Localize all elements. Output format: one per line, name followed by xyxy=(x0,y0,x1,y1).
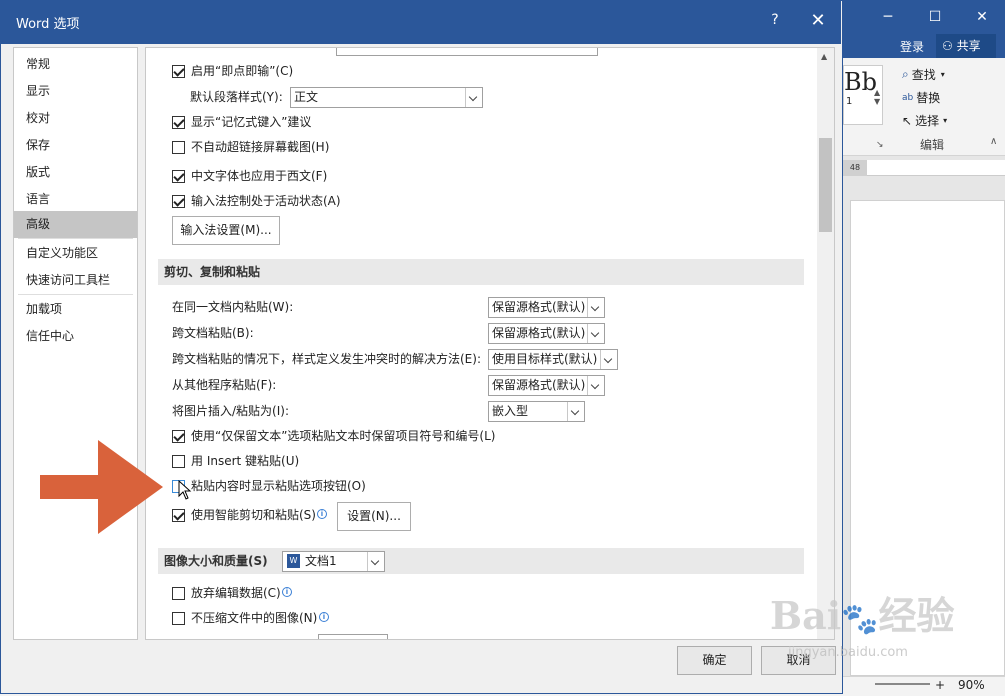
ime-control-checkbox[interactable] xyxy=(172,195,185,208)
insert-picture-label: 将图片插入/粘贴为(I): xyxy=(172,404,289,418)
sidebar-item-addins[interactable]: 加载项 xyxy=(14,296,137,323)
content-scrollbar[interactable] xyxy=(817,48,834,639)
sidebar-item-general[interactable]: 常规 xyxy=(14,51,137,78)
paste-cross-doc-label: 跨文档粘贴(B): xyxy=(172,326,254,340)
sidebar-divider xyxy=(18,238,133,239)
clipped-dropdown[interactable] xyxy=(336,48,598,56)
dialog-title: Word 选项 xyxy=(16,17,80,32)
section-image-quality: 图像大小和质量(S) xyxy=(158,548,804,574)
chevron-down-icon: ▾ xyxy=(940,70,945,79)
share-button[interactable]: ⚇ 共享 xyxy=(936,34,996,58)
options-sidebar: 常规 显示 校对 保存 版式 语言 高级 自定义功能区 快速访问工具栏 加载项 … xyxy=(13,47,138,640)
no-compress-checkbox[interactable] xyxy=(172,612,185,625)
image-quality-document-select[interactable]: W 文档1 xyxy=(282,551,385,572)
paste-other-app-label: 从其他程序粘贴(F): xyxy=(172,378,277,392)
login-link[interactable]: 登录 xyxy=(900,38,924,55)
paste-other-app-select[interactable]: 保留源格式(默认) xyxy=(488,375,605,396)
paste-same-doc-select[interactable]: 保留源格式(默认) xyxy=(488,297,605,318)
collapse-ribbon-icon[interactable]: ∧ xyxy=(990,136,997,147)
zoom-in-icon[interactable]: + xyxy=(935,678,945,692)
paste-conflict-label: 跨文档粘贴的情况下，样式定义发生冲突时的解决方法(E): xyxy=(172,352,481,366)
default-para-style-label: 默认段落样式(Y): xyxy=(190,90,283,104)
chevron-down-icon xyxy=(567,402,584,421)
sidebar-divider xyxy=(18,294,133,295)
chevron-down-icon xyxy=(587,376,604,395)
dialog-close-button[interactable]: ✕ xyxy=(805,10,831,36)
chevron-down-icon xyxy=(465,88,482,107)
scrollbar-thumb[interactable] xyxy=(819,138,832,232)
sidebar-item-save[interactable]: 保存 xyxy=(14,132,137,159)
section-cut-copy-paste: 剪切、复制和粘贴 xyxy=(158,259,804,285)
click-and-type-checkbox[interactable] xyxy=(172,65,185,78)
ruler xyxy=(843,160,1005,176)
paste-cross-doc-select[interactable]: 保留源格式(默认) xyxy=(488,323,605,344)
chevron-down-icon xyxy=(587,298,604,317)
maximize-button[interactable]: ☐ xyxy=(912,0,958,34)
default-para-style-select[interactable]: 正文 xyxy=(290,87,483,108)
no-hyperlink-screenshot-checkbox[interactable] xyxy=(172,141,185,154)
sidebar-item-trust-center[interactable]: 信任中心 xyxy=(14,323,137,350)
share-label: 共享 xyxy=(956,39,981,53)
paste-conflict-select[interactable]: 使用目标样式(默认) xyxy=(488,349,618,370)
search-icon: ⌕ xyxy=(902,67,909,81)
chevron-down-icon xyxy=(600,350,617,369)
gallery-scroll-icon[interactable]: ▲ ▼ xyxy=(874,88,880,106)
chinese-font-western-checkbox[interactable] xyxy=(172,170,185,183)
insert-key-paste-checkbox[interactable] xyxy=(172,455,185,468)
select-button[interactable]: ↖ 选择 ▾ xyxy=(902,112,947,129)
autocomplete-checkbox[interactable] xyxy=(172,116,185,129)
zoom-slider[interactable] xyxy=(875,683,930,685)
arrow-shape xyxy=(40,440,163,534)
dialog-titlebar: Word 选项 xyxy=(0,0,841,44)
chevron-down-icon xyxy=(587,324,604,343)
ok-button[interactable]: 确定 xyxy=(677,646,752,675)
replace-button[interactable]: ab 替换 xyxy=(902,89,940,106)
mouse-cursor-icon xyxy=(178,480,192,500)
sidebar-item-language[interactable]: 语言 xyxy=(14,186,137,213)
options-content-panel: 启用“即点即输”(C) 默认段落样式(Y): 正文 显示“记忆式键入”建议 不自… xyxy=(145,47,835,640)
chevron-down-icon xyxy=(367,552,384,571)
info-icon[interactable]: i xyxy=(282,587,292,597)
baidu-watermark-url: jingyan.baidu.com xyxy=(788,645,908,660)
close-window-button[interactable]: ✕ xyxy=(959,0,1005,34)
zoom-level[interactable]: 90% xyxy=(958,678,985,692)
find-button[interactable]: ⌕ 查找 ▾ xyxy=(902,66,945,83)
help-button[interactable]: ? xyxy=(765,12,785,32)
replace-icon: ab xyxy=(902,92,914,103)
editing-group-label: 编辑 xyxy=(920,138,945,152)
ribbon-display-button[interactable] xyxy=(843,0,865,34)
dialog-launcher-icon[interactable]: ↘ xyxy=(876,140,884,150)
smart-cut-settings-button[interactable]: 设置(N)... xyxy=(337,502,411,531)
cursor-icon: ↖ xyxy=(902,113,913,128)
clipped-dropdown[interactable] xyxy=(318,634,388,639)
sidebar-item-proofing[interactable]: 校对 xyxy=(14,105,137,132)
paste-same-doc-label: 在同一文档内粘贴(W): xyxy=(172,300,294,314)
scroll-up-icon[interactable]: ▲ xyxy=(821,52,827,61)
annotation-arrow-icon xyxy=(40,440,163,534)
insert-picture-select[interactable]: 嵌入型 xyxy=(488,401,585,422)
smart-cut-checkbox[interactable] xyxy=(172,509,185,522)
sidebar-item-advanced[interactable]: 高级 xyxy=(14,211,137,238)
sidebar-item-display[interactable]: 显示 xyxy=(14,78,137,105)
person-icon: ⚇ xyxy=(942,39,953,53)
info-icon[interactable]: i xyxy=(319,612,329,622)
sidebar-item-typography[interactable]: 版式 xyxy=(14,159,137,186)
chevron-down-icon: ▾ xyxy=(943,116,948,125)
info-icon[interactable]: i xyxy=(317,509,327,519)
discard-edit-data-checkbox[interactable] xyxy=(172,587,185,600)
sidebar-item-customize-ribbon[interactable]: 自定义功能区 xyxy=(14,240,137,267)
ime-settings-button[interactable]: 输入法设置(M)... xyxy=(172,216,280,245)
sidebar-item-quick-access[interactable]: 快速访问工具栏 xyxy=(14,267,137,294)
word-doc-icon: W xyxy=(287,554,300,568)
minimize-button[interactable]: ─ xyxy=(865,0,911,34)
keep-bullets-checkbox[interactable] xyxy=(172,430,185,443)
ruler-number: 48 xyxy=(843,160,867,176)
